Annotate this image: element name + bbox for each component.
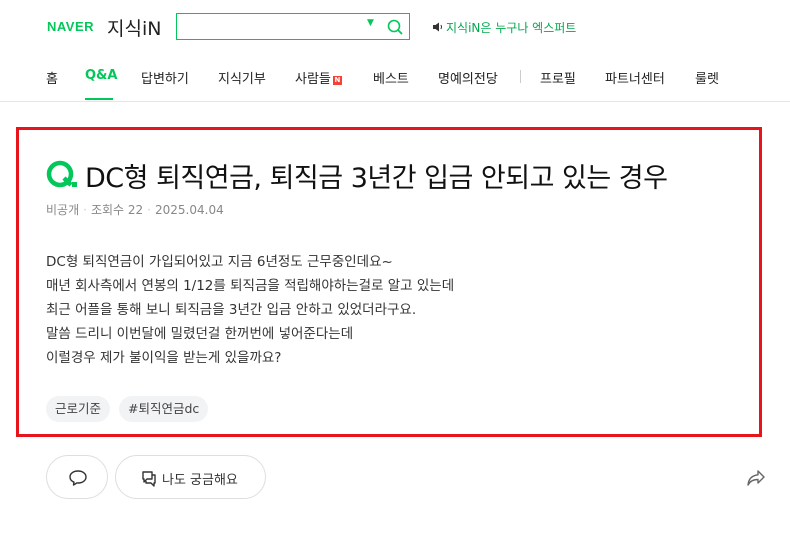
search-dropdown-icon[interactable]: ▼ [367, 18, 374, 28]
expert-promo-link[interactable]: 지식iN은 누구나 엑스퍼트 [432, 19, 576, 36]
search-input[interactable] [181, 17, 365, 38]
new-badge: N [332, 76, 342, 85]
question-body-line: DC형 퇴직연금이 가입되어있고 지금 6년정도 근무중인데요~ [46, 254, 393, 270]
nav-best[interactable]: 베스트 [373, 68, 409, 87]
tag-labor-standards[interactable]: 근로기준 [46, 396, 111, 422]
nav-people-label: 사람들 [295, 72, 331, 87]
question-body-line: 매년 회사측에서 연봉의 1/12를 퇴직금을 적립해야하는걸로 알고 있는데 [46, 278, 455, 294]
nav-divider [520, 70, 521, 83]
curious-too-button[interactable]: 나도 궁금해요 [115, 455, 266, 499]
main-nav: 홈 Q&A 답변하기 지식기부 사람들 N 베스트 명예의전당 프로필 파트너센터… [0, 55, 790, 102]
search-box: ▼ [176, 13, 410, 40]
nav-active-indicator [85, 98, 113, 100]
nav-partner-center[interactable]: 파트너센터 [605, 68, 665, 87]
curious-too-label: 나도 궁금해요 [162, 473, 238, 488]
nav-people[interactable]: 사람들 N [295, 68, 342, 87]
question-bubble-icon [142, 471, 156, 487]
nav-home[interactable]: 홈 [46, 68, 58, 87]
question-body-line: 이럴경우 제가 불이익을 받는게 있을까요? [46, 350, 282, 366]
nav-profile[interactable]: 프로필 [540, 68, 576, 87]
question-views: 조회수 22 [90, 203, 144, 217]
nav-roulette[interactable]: 룰렛 [695, 68, 719, 87]
question-q-icon [46, 160, 77, 188]
comment-button[interactable] [46, 455, 108, 499]
nav-qna[interactable]: Q&A [85, 68, 117, 83]
promo-text: 지식iN은 누구나 엑스퍼트 [446, 21, 577, 35]
speech-bubble-icon [69, 470, 87, 486]
question-body-line: 최근 어플을 통해 보니 퇴직금을 3년간 입금 안하고 있었더라구요. [46, 302, 417, 318]
question-meta: 비공개 · 조회수 22 · 2025.04.04 [46, 203, 224, 217]
question-author: 비공개 [46, 203, 80, 217]
question-title: DC형 퇴직연금, 퇴직금 3년간 입금 안되고 있는 경우 [85, 163, 668, 194]
share-arrow-icon[interactable] [746, 469, 766, 487]
question-body-line: 말씀 드리니 이번달에 밀렸던걸 한꺼번에 넣어준다는데 [46, 326, 354, 342]
nav-donate[interactable]: 지식기부 [218, 68, 266, 87]
naver-logo[interactable]: NAVER [47, 19, 94, 34]
question-date: 2025.04.04 [155, 203, 224, 217]
tag-retirement-pension-dc[interactable]: #퇴직연금dc [119, 396, 209, 422]
search-icon[interactable] [385, 17, 405, 37]
nav-answer[interactable]: 답변하기 [141, 68, 189, 87]
header: NAVER 지식iN ▼ 지식iN은 누구나 엑스퍼트 [0, 0, 790, 55]
speaker-icon [433, 22, 443, 32]
kin-logo[interactable]: 지식iN [107, 14, 161, 41]
nav-hall-of-fame[interactable]: 명예의전당 [438, 68, 498, 87]
